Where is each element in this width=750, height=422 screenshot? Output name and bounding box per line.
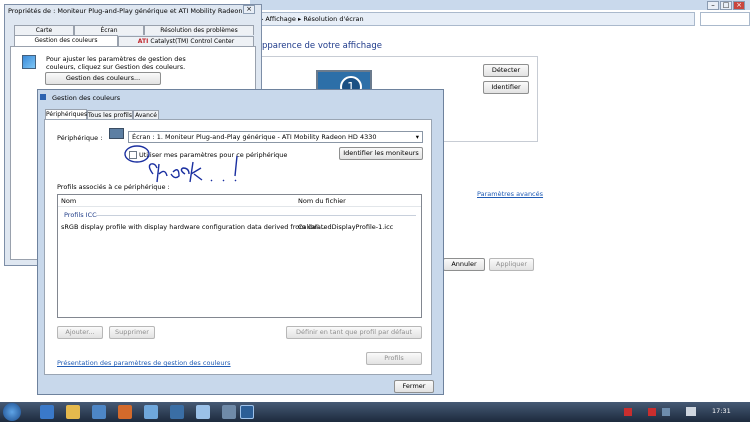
properties-description: Pour ajuster les paramètres de gestion d… — [46, 55, 186, 71]
color-management-button[interactable]: Gestion des couleurs... — [45, 72, 161, 85]
page-heading: pparence de votre affichage — [262, 41, 382, 51]
color-management-icon — [22, 55, 36, 69]
search-input[interactable] — [700, 12, 750, 26]
tray-icon[interactable] — [662, 408, 670, 416]
taskbar-app-icon[interactable] — [118, 405, 132, 419]
identify-monitors-button[interactable]: Identifier les moniteurs — [339, 147, 423, 160]
tab-ecran[interactable]: Écran — [74, 25, 144, 35]
taskbar-app-icon[interactable] — [92, 405, 106, 419]
dialog-title: Gestion des couleurs — [52, 94, 121, 102]
profile-name[interactable]: sRGB display profile with display hardwa… — [61, 223, 325, 231]
close-dialog-button[interactable]: Fermer — [394, 380, 434, 393]
address-bar[interactable]: ▸ Affichage ▸ Résolution d'écran — [255, 12, 695, 26]
tab-resolution-problemes[interactable]: Résolution des problèmes — [144, 25, 254, 35]
monitor-device-icon — [109, 128, 124, 139]
device-label: Périphérique : — [57, 134, 103, 142]
advanced-settings-link[interactable]: Paramètres avancés — [477, 190, 543, 198]
add-button[interactable]: Ajouter... — [57, 326, 103, 339]
clock[interactable]: 17:31 — [712, 407, 731, 415]
device-select-value: Écran : 1. Moniteur Plug-and-Play généri… — [132, 133, 377, 141]
tray-icon[interactable] — [648, 408, 656, 416]
properties-title: Propriétés de : Moniteur Plug-and-Play g… — [8, 7, 256, 15]
apply-button[interactable]: Appliquer — [489, 258, 534, 271]
taskbar-app-icon[interactable] — [170, 405, 184, 419]
taskbar-app-icon[interactable] — [144, 405, 158, 419]
taskbar-app-icon[interactable] — [196, 405, 210, 419]
dialog-app-icon — [40, 94, 46, 100]
minimize-button[interactable]: – — [707, 1, 719, 10]
handwritten-annotation — [124, 145, 238, 183]
remove-button[interactable]: Supprimer — [109, 326, 155, 339]
display-titlebar — [250, 0, 750, 10]
profiles-list[interactable] — [57, 194, 422, 318]
detect-button[interactable]: Détecter — [483, 64, 529, 77]
profile-filename[interactable]: CalibratedDisplayProfile-1.icc — [298, 223, 393, 231]
maximize-button[interactable]: □ — [720, 1, 732, 10]
tab-carte[interactable]: Carte — [14, 25, 74, 35]
col-name[interactable]: Nom — [61, 197, 76, 205]
taskbar-app-icon[interactable] — [40, 405, 54, 419]
taskbar — [0, 402, 750, 422]
ati-logo-icon: ATI — [137, 38, 151, 45]
volume-icon[interactable] — [686, 407, 696, 416]
taskbar-folder-icon[interactable] — [66, 405, 80, 419]
cancel-button[interactable]: Annuler — [443, 258, 485, 271]
close-window-button[interactable]: × — [733, 1, 745, 10]
col-filename[interactable]: Nom du fichier — [298, 197, 346, 205]
start-button[interactable] — [3, 403, 21, 421]
tab-catalyst-label: Catalyst(TM) Control Center — [150, 38, 235, 45]
breadcrumb-affichage[interactable]: Affichage — [265, 15, 296, 23]
profiles-button[interactable]: Profils — [366, 352, 422, 365]
tab-catalyst[interactable]: ATI Catalyst(TM) Control Center — [118, 36, 254, 46]
breadcrumb-resolution[interactable]: Résolution d'écran — [303, 15, 363, 23]
properties-close-button[interactable]: × — [243, 5, 255, 14]
overview-link[interactable]: Présentation des paramètres de gestion d… — [57, 359, 231, 367]
tray-icon[interactable] — [624, 408, 632, 416]
chevron-down-icon: ▾ — [415, 133, 419, 141]
group-label: Profils ICC — [64, 211, 97, 219]
group-divider — [96, 215, 416, 216]
identify-button[interactable]: Identifier — [483, 81, 529, 94]
tab-gestion-couleurs[interactable]: Gestion des couleurs — [14, 35, 118, 46]
taskbar-app-icon[interactable] — [222, 405, 236, 419]
taskbar-app-icon[interactable] — [240, 405, 254, 419]
header-divider — [58, 206, 421, 207]
set-default-profile-button[interactable]: Définir en tant que profil par défaut — [286, 326, 422, 339]
